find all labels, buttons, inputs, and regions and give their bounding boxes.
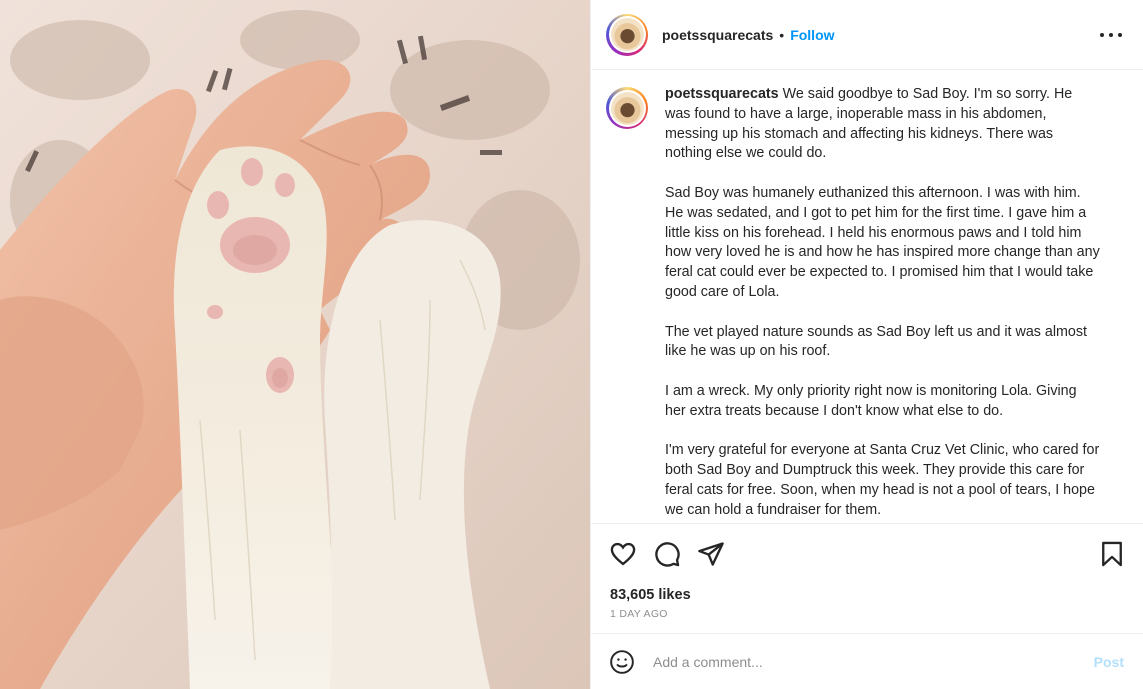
emoji-icon[interactable] (609, 649, 635, 675)
post-image[interactable] (0, 0, 590, 689)
post-header: poetssquarecats • Follow (591, 0, 1143, 70)
heart-icon[interactable] (609, 540, 637, 568)
actions-section: 83,605 likes 1 DAY AGO (591, 523, 1143, 633)
post-photo-illustration (0, 0, 590, 689)
comment-icon[interactable] (653, 540, 681, 568)
caption-text: poetssquarecats We said goodbye to Sad Bo… (665, 85, 1101, 523)
caption-area: poetssquarecats We said goodbye to Sad Bo… (591, 71, 1143, 523)
caption-paragraph: I am a wreck. My only priority right now… (665, 382, 1077, 419)
post-timestamp[interactable]: 1 DAY AGO (610, 608, 668, 620)
avatar-image (610, 91, 644, 125)
caption-avatar[interactable] (606, 87, 648, 129)
post-comment-button[interactable]: Post (1094, 654, 1124, 670)
follow-button[interactable]: Follow (790, 27, 834, 43)
caption-paragraph: Sad Boy was humanely euthanized this aft… (665, 184, 1100, 300)
likes-count[interactable]: 83,605 likes (610, 587, 691, 603)
header-username[interactable]: poetssquarecats (662, 27, 773, 43)
caption-paragraph: I'm very grateful for everyone at Santa … (665, 442, 1100, 518)
profile-avatar[interactable] (606, 13, 648, 56)
post-panel: poetssquarecats • Follow poetssquarecats… (590, 0, 1143, 689)
caption-username[interactable]: poetssquarecats (665, 86, 779, 102)
header-separator: • (779, 26, 785, 43)
avatar-image (610, 18, 644, 51)
share-icon[interactable] (697, 540, 725, 568)
more-horizontal-icon[interactable] (1100, 24, 1122, 46)
caption-paragraph: The vet played nature sounds as Sad Boy … (665, 323, 1087, 360)
comment-input[interactable] (653, 653, 1073, 670)
caption-paragraph: poetssquarecats We said goodbye to Sad Bo… (665, 86, 1073, 162)
bookmark-icon[interactable] (1098, 540, 1126, 568)
comment-row: Post (591, 633, 1143, 689)
